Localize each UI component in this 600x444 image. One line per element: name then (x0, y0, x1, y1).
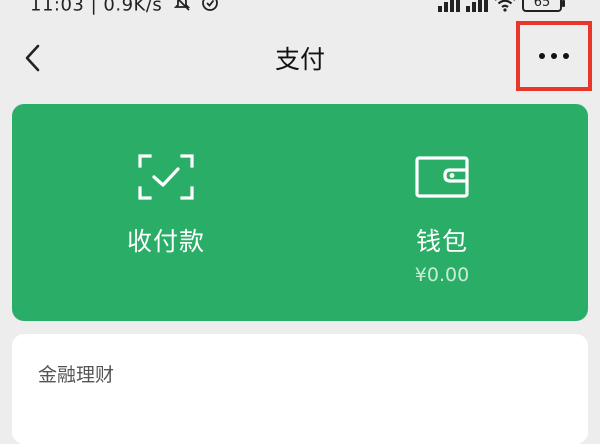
status-left: 11:03 | 0.9K/s (30, 0, 219, 17)
wallet-label: 钱包 (415, 227, 468, 256)
header-bar: 支付 (0, 18, 600, 98)
more-button[interactable] (520, 25, 588, 87)
receive-pay-button[interactable]: 收付款 (66, 154, 266, 258)
signal-icon (466, 0, 488, 12)
status-bar: 11:03 | 0.9K/s 65 (0, 0, 600, 18)
more-dot (563, 53, 569, 59)
status-right: 65 (438, 0, 565, 17)
finance-title: 金融理财 (38, 364, 115, 386)
mute-icon (173, 0, 191, 17)
page-title: 支付 (274, 45, 325, 74)
wifi-icon (494, 0, 516, 17)
payment-card: 收付款 钱包 ¥0.00 (12, 104, 588, 321)
wallet-button[interactable]: 钱包 ¥0.00 (342, 154, 542, 286)
battery-level: 65 (533, 0, 551, 10)
clock-icon (201, 0, 219, 17)
status-separator: | (90, 0, 98, 16)
more-button-highlight (516, 21, 592, 91)
signal-icon (438, 0, 460, 12)
status-network-speed: 0.9K/s (103, 0, 163, 16)
more-dot (551, 53, 557, 59)
status-time: 11:03 (30, 0, 85, 16)
more-horizontal-icon (539, 53, 545, 59)
wallet-icon (415, 156, 469, 198)
receive-pay-label: 收付款 (126, 227, 205, 256)
wallet-balance: ¥0.00 (414, 264, 470, 286)
scan-check-icon (138, 154, 194, 200)
finance-panel: 金融理财 (12, 334, 588, 444)
battery-icon: 65 (522, 0, 565, 12)
